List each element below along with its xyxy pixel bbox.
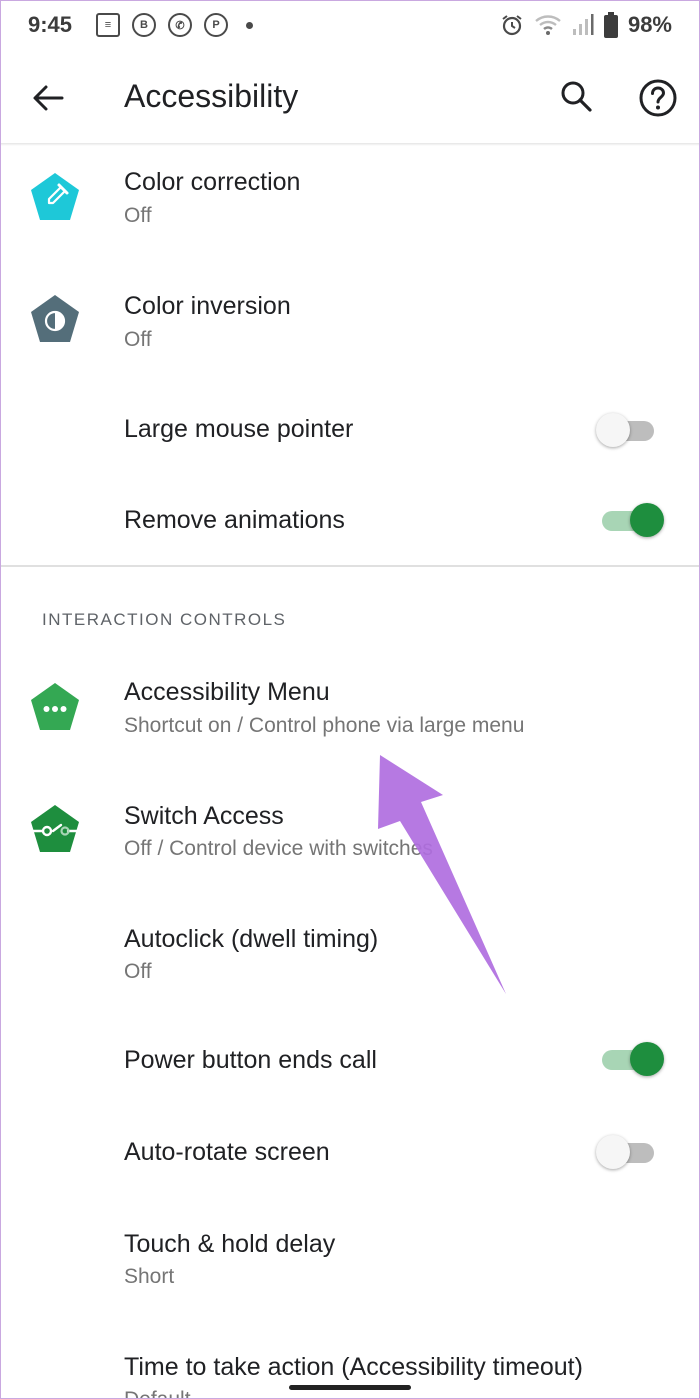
power-button-ends-call-switch[interactable] (596, 1042, 664, 1076)
autoclick-item[interactable]: Autoclick (dwell timing) Off (0, 903, 700, 1023)
arrow-back-icon[interactable] (30, 80, 66, 116)
battery-icon (603, 12, 618, 38)
page-title: Accessibility (124, 78, 299, 114)
eyedropper-icon (31, 173, 79, 220)
large-mouse-pointer-switch[interactable] (596, 413, 656, 447)
remove-animations-item[interactable]: Remove animations (0, 486, 700, 564)
signal-icon (572, 14, 594, 35)
color-inversion-item[interactable]: Color inversion Off (0, 270, 700, 390)
touch-hold-delay-title: Touch & hold delay (124, 1230, 336, 1258)
touch-hold-delay-subtitle: Short (124, 1265, 175, 1288)
autoclick-title: Autoclick (dwell timing) (124, 925, 379, 953)
section-divider (0, 565, 700, 567)
switch-access-icon (29, 805, 81, 852)
color-inversion-title: Color inversion (124, 292, 291, 320)
status-time: 9:45 (28, 12, 73, 37)
switch-thumb (596, 413, 630, 447)
auto-rotate-screen-switch[interactable] (596, 1135, 656, 1169)
whatsapp-icon: ✆ (168, 13, 192, 37)
time-to-take-action-subtitle: Default (124, 1388, 191, 1399)
color-correction-item[interactable]: Color correction Off (0, 146, 700, 266)
color-inversion-subtitle: Off (124, 328, 152, 351)
remove-animations-switch[interactable] (596, 503, 664, 537)
alarm-icon (502, 15, 522, 36)
accessibility-menu-title: Accessibility Menu (124, 678, 330, 706)
battery-percent: 98% (627, 12, 672, 37)
power-button-ends-call-item[interactable]: Power button ends call (0, 1026, 700, 1114)
switch-thumb (630, 503, 664, 537)
accessibility-menu-subtitle: Shortcut on / Control phone via large me… (124, 714, 525, 737)
switch-access-subtitle: Off / Control device with switches (124, 837, 433, 860)
switch-access-item[interactable]: Switch Access Off / Control device with … (0, 780, 700, 900)
status-bar: 9:45 ≡ B ✆ P 98% (0, 0, 700, 52)
menu-dots-icon (31, 683, 79, 730)
power-button-ends-call-title: Power button ends call (124, 1046, 377, 1074)
invert-colors-icon (31, 295, 79, 342)
accessibility-menu-item[interactable]: Accessibility Menu Shortcut on / Control… (0, 656, 700, 776)
search-icon[interactable] (558, 78, 594, 114)
remove-animations-title: Remove animations (124, 506, 345, 534)
switch-thumb (630, 1042, 664, 1076)
pinterest-icon: P (204, 13, 228, 37)
gesture-nav-handle[interactable] (289, 1385, 411, 1390)
large-mouse-pointer-item[interactable]: Large mouse pointer (0, 395, 700, 480)
section-header-interaction-controls: INTERACTION CONTROLS (42, 610, 287, 629)
dot-icon (246, 21, 253, 29)
system-icons: 98% (500, 12, 672, 38)
color-correction-subtitle: Off (124, 204, 152, 227)
switch-access-title: Switch Access (124, 802, 284, 830)
autoclick-subtitle: Off (124, 960, 152, 983)
touch-hold-delay-item[interactable]: Touch & hold delay Short (0, 1208, 700, 1328)
help-icon[interactable] (638, 78, 678, 118)
color-correction-title: Color correction (124, 168, 301, 196)
switch-thumb (596, 1135, 630, 1169)
time-to-take-action-title: Time to take action (Accessibility timeo… (124, 1353, 583, 1381)
news-icon: ≡ (96, 13, 120, 37)
app-bar: Accessibility (0, 52, 700, 144)
auto-rotate-screen-title: Auto-rotate screen (124, 1138, 330, 1166)
large-mouse-pointer-title: Large mouse pointer (124, 415, 354, 443)
notification-icons: ≡ B ✆ P (96, 13, 253, 37)
auto-rotate-screen-item[interactable]: Auto-rotate screen (0, 1118, 700, 1206)
b-app-icon: B (132, 13, 156, 37)
wifi-icon (535, 15, 561, 35)
